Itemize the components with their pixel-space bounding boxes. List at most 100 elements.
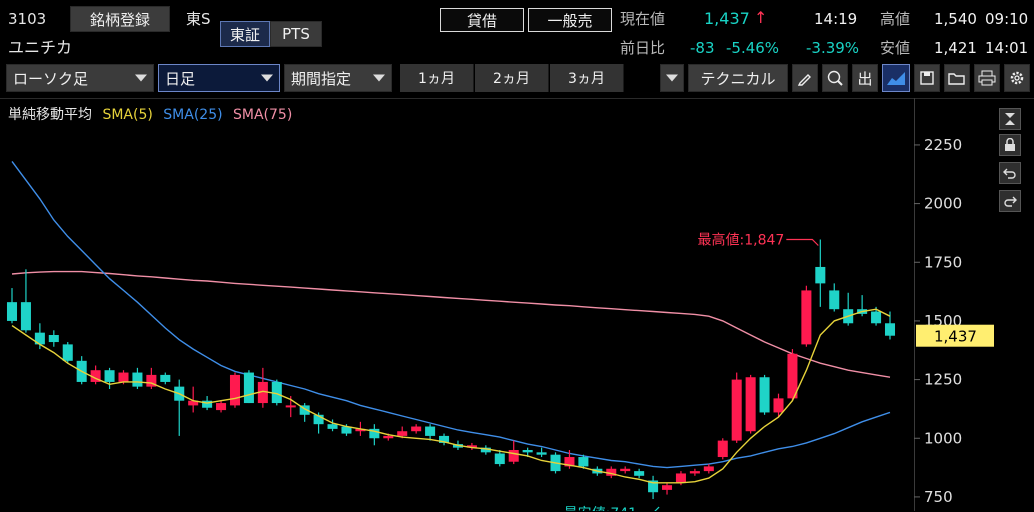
- change-percent-secondary: -3.39%: [806, 39, 860, 57]
- chevron-down-icon: [261, 74, 273, 82]
- low-annotation-label: 最安値:741: [564, 506, 637, 511]
- candle-body: [383, 435, 394, 439]
- candle-body: [871, 311, 882, 324]
- chart-style-button[interactable]: [882, 64, 910, 92]
- lock-button[interactable]: [999, 134, 1021, 156]
- candle-body: [20, 302, 31, 331]
- range-1m-button[interactable]: 1ヵ月: [400, 64, 474, 92]
- candle-body: [62, 344, 73, 361]
- candle-body: [731, 379, 742, 441]
- y-tick-label: 750: [924, 488, 953, 506]
- collapse-icon: [1005, 113, 1015, 125]
- change-value: -83: [690, 39, 715, 57]
- candle-body: [243, 372, 254, 404]
- y-tick-label: 2250: [924, 136, 962, 154]
- candle-body: [745, 377, 756, 432]
- undo-button[interactable]: [999, 162, 1021, 184]
- candle-body: [285, 405, 296, 408]
- candle-body: [216, 403, 227, 411]
- draw-pencil-button[interactable]: [792, 64, 818, 92]
- candle-body: [717, 440, 728, 458]
- period-value: 日足: [165, 69, 196, 88]
- candle-body: [634, 471, 645, 476]
- redo-icon: [1004, 196, 1017, 207]
- high-time: 09:10: [985, 10, 1029, 28]
- y-tick-label: 2000: [924, 195, 962, 213]
- candle-body: [661, 485, 673, 490]
- price-up-arrow: ↑: [754, 8, 768, 27]
- current-price: 1,437: [704, 9, 750, 28]
- candle-body: [801, 290, 812, 345]
- range-2m-button[interactable]: 2ヵ月: [475, 64, 549, 92]
- candle-body: [536, 452, 547, 455]
- candle-body: [118, 372, 129, 382]
- lock-icon: [1005, 138, 1015, 151]
- chevron-down-icon: [135, 74, 147, 82]
- candle-body: [759, 377, 770, 413]
- period-select[interactable]: 日足: [158, 64, 280, 92]
- range-dropdown-button[interactable]: [660, 64, 684, 92]
- margin-type-button[interactable]: 一般売: [528, 8, 612, 32]
- range-select[interactable]: 期間指定: [284, 64, 392, 92]
- folder-icon: [948, 73, 965, 85]
- chart-type-select[interactable]: ローソク足: [6, 64, 154, 92]
- technical-button[interactable]: テクニカル: [688, 64, 788, 92]
- register-button[interactable]: 銘柄登録: [70, 6, 170, 32]
- candle-body: [132, 372, 143, 387]
- lending-button[interactable]: 貸借: [440, 8, 524, 32]
- candle-body: [6, 302, 18, 321]
- zoom-fit-button[interactable]: [999, 108, 1021, 130]
- print-button[interactable]: [974, 64, 1000, 92]
- sma25-line: [11, 160, 891, 469]
- candle-body: [829, 290, 840, 310]
- printer-icon: [978, 70, 996, 86]
- price-time: 14:19: [814, 10, 858, 28]
- candle-body: [202, 400, 213, 408]
- y-tick-label: 1250: [924, 371, 962, 389]
- exchange-tab-tse[interactable]: 東証: [220, 21, 270, 47]
- candle-body: [48, 335, 59, 343]
- low-label: 安値: [880, 39, 911, 57]
- low-annotation-pointer: [654, 506, 660, 511]
- candle-body: [411, 426, 422, 432]
- change-label: 前日比: [620, 39, 666, 57]
- candle-body: [884, 323, 896, 336]
- output-button[interactable]: 出: [852, 64, 878, 92]
- stock-name: ユニチカ: [8, 38, 73, 57]
- sma75-line: [11, 270, 891, 378]
- candle-body: [160, 374, 171, 382]
- candle-body: [104, 370, 115, 382]
- stock-code: 3103: [8, 10, 47, 28]
- candle-body: [425, 426, 436, 436]
- low-time: 14:01: [985, 39, 1029, 57]
- high-annotation-pointer: [786, 238, 819, 246]
- candle-body: [773, 398, 784, 413]
- redo-button[interactable]: [999, 190, 1021, 212]
- candle-body: [815, 266, 826, 284]
- price-label: 現在値: [620, 10, 666, 28]
- gear-icon: [1010, 71, 1024, 85]
- open-folder-button[interactable]: [944, 64, 970, 92]
- candle-body: [522, 449, 533, 453]
- exchange-tab-pts[interactable]: PTS: [270, 21, 322, 47]
- low-value: 1,421: [934, 39, 977, 57]
- sma5-line: [11, 308, 891, 484]
- high-value: 1,540: [934, 10, 977, 28]
- high-annotation-label: 最高値:1,847: [698, 231, 785, 248]
- candle-body: [675, 473, 686, 483]
- settings-button[interactable]: [1004, 64, 1030, 92]
- candlestick-chart[interactable]: 225020001750150012501000750最高値:1,847最安値:…: [0, 98, 1034, 511]
- candle-body: [229, 374, 241, 406]
- candle-body: [703, 466, 714, 472]
- range-3m-button[interactable]: 3ヵ月: [550, 64, 624, 92]
- area-chart-icon: [887, 72, 905, 85]
- save-icon: [920, 71, 934, 85]
- candle-body: [578, 457, 589, 467]
- save-button[interactable]: [914, 64, 940, 92]
- undo-icon: [1003, 168, 1016, 179]
- y-tick-label: 1750: [924, 253, 962, 271]
- zoom-button[interactable]: [822, 64, 848, 92]
- pencil-icon: [797, 74, 811, 86]
- candle-body: [689, 471, 700, 474]
- market-label: 東S: [186, 10, 211, 28]
